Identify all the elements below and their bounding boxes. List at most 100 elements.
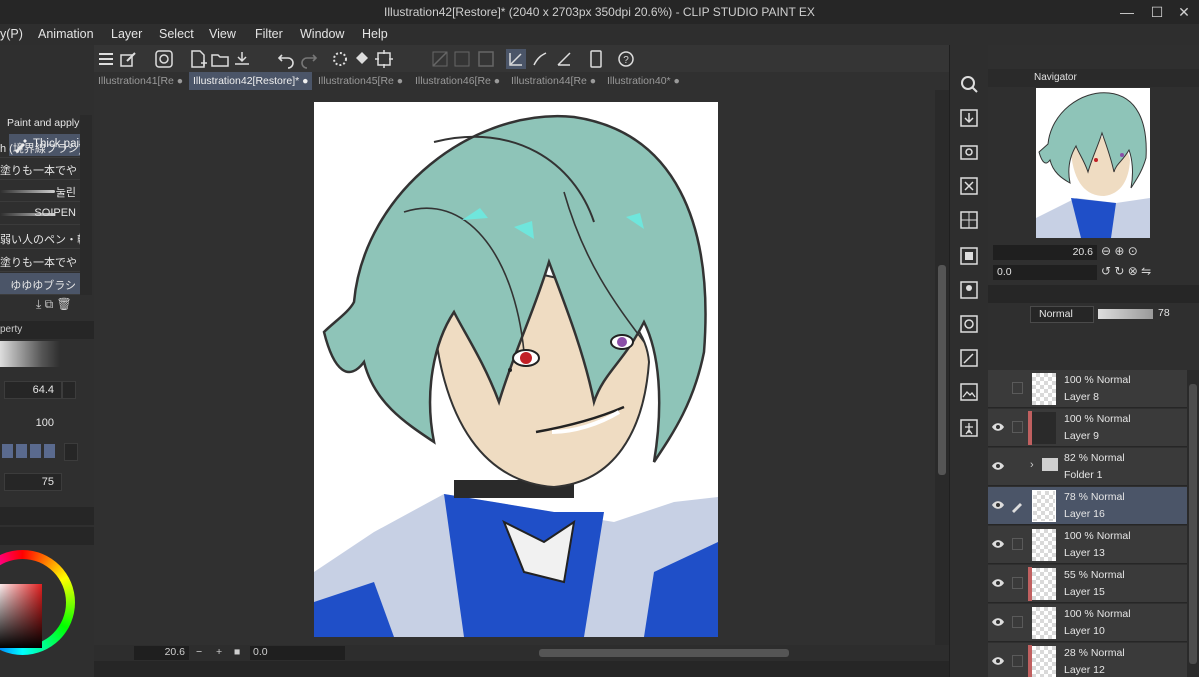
layer-row[interactable]: 100 % Normal Layer 9 bbox=[988, 409, 1187, 447]
brush-item[interactable]: h (境界線ブラシ) bbox=[0, 136, 80, 158]
eye-icon[interactable] bbox=[991, 498, 1005, 512]
lock-toggle[interactable] bbox=[1012, 616, 1023, 628]
capture-icon[interactable] bbox=[958, 313, 980, 335]
device-icon[interactable] bbox=[586, 49, 606, 69]
snap-grid-icon[interactable] bbox=[554, 49, 574, 69]
redo-icon[interactable] bbox=[299, 49, 319, 69]
save-icon[interactable] bbox=[232, 49, 252, 69]
navigator-zoom-buttons[interactable]: ⊖ ⊕ ⊙ bbox=[1101, 244, 1138, 258]
navigator-tab[interactable]: Navigator bbox=[1034, 72, 1077, 83]
scroll-thumb[interactable] bbox=[938, 265, 946, 475]
lock-toggle[interactable] bbox=[1012, 421, 1023, 433]
rotation-field[interactable]: 0.0 bbox=[250, 646, 345, 660]
menu-animation[interactable]: Animation bbox=[38, 27, 94, 41]
clip-studio-icon[interactable] bbox=[154, 49, 174, 69]
brush-item[interactable]: 눌린 bbox=[0, 180, 80, 202]
folder-row[interactable]: › 82 % Normal Folder 1 bbox=[988, 448, 1187, 486]
material-icon[interactable] bbox=[958, 245, 980, 267]
person-icon[interactable] bbox=[958, 417, 980, 439]
lock-toggle[interactable] bbox=[1012, 577, 1023, 589]
menu-select[interactable]: Select bbox=[159, 27, 194, 41]
navigator-rotate-buttons[interactable]: ↺ ↻ ⊗ ⇋ bbox=[1101, 264, 1151, 278]
canvas-artwork[interactable] bbox=[314, 102, 718, 637]
lock-toggle[interactable] bbox=[1012, 382, 1023, 394]
brush-list-scrollbar[interactable] bbox=[80, 115, 92, 295]
tool-property-tab[interactable]: perty bbox=[0, 324, 22, 335]
menu-icon[interactable] bbox=[96, 49, 116, 69]
zoom-field[interactable]: 20.6 bbox=[134, 646, 189, 660]
layer-list-scrollbar[interactable] bbox=[1187, 370, 1199, 677]
opacity-field[interactable]: 78 bbox=[1158, 307, 1170, 319]
layer-row[interactable]: 100 % Normal Layer 8 bbox=[988, 370, 1187, 408]
snap-special-icon[interactable] bbox=[530, 49, 550, 69]
tab-illustration42[interactable]: Illustration42[Restore]* ● bbox=[189, 72, 312, 90]
stabilization-swatches[interactable] bbox=[2, 444, 62, 460]
layer-row[interactable]: 100 % Normal Layer 10 bbox=[988, 604, 1187, 642]
tab-illustration46[interactable]: Illustration46[Rе ● bbox=[411, 72, 507, 90]
new-file-icon[interactable] bbox=[188, 49, 208, 69]
expand-icon[interactable]: › bbox=[1030, 459, 1034, 471]
navigator-preview[interactable] bbox=[1036, 88, 1150, 238]
selection-area-icon[interactable] bbox=[476, 49, 496, 69]
zoom-out-button[interactable]: − bbox=[196, 646, 202, 658]
ruler-hide-icon[interactable] bbox=[452, 49, 472, 69]
layer-row[interactable]: 28 % Normal Layer 12 bbox=[988, 643, 1187, 677]
photo-icon[interactable] bbox=[958, 381, 980, 403]
close-button[interactable]: ✕ bbox=[1172, 3, 1196, 21]
tab-illustration41[interactable]: Illustration41[Rе ● bbox=[94, 72, 189, 90]
ruler-icon[interactable] bbox=[430, 49, 450, 69]
color-wheel[interactable] bbox=[0, 550, 75, 655]
scroll-thumb[interactable] bbox=[1189, 384, 1197, 664]
figure-icon[interactable] bbox=[958, 279, 980, 301]
edit-panel-icon[interactable] bbox=[958, 347, 980, 369]
layer-row[interactable]: 55 % Normal Layer 15 bbox=[988, 565, 1187, 603]
layer-row-selected[interactable]: 78 % Normal Layer 16 bbox=[988, 487, 1187, 525]
menu-window[interactable]: Window bbox=[300, 27, 344, 41]
help-icon[interactable]: ? bbox=[616, 49, 636, 69]
eye-icon[interactable] bbox=[991, 537, 1005, 551]
horizontal-scroll-thumb[interactable] bbox=[539, 649, 789, 657]
tab-illustration45[interactable]: Illustration45[Rе ● bbox=[314, 72, 410, 90]
import-icon[interactable] bbox=[958, 107, 980, 129]
loading-icon[interactable] bbox=[330, 49, 350, 69]
lock-toggle[interactable] bbox=[1012, 538, 1023, 550]
brush-size-down-button[interactable] bbox=[62, 381, 76, 399]
open-folder-icon[interactable] bbox=[210, 49, 230, 69]
menu-view[interactable]: View bbox=[209, 27, 236, 41]
menu-layer[interactable]: Layer bbox=[111, 27, 142, 41]
edit-icon[interactable] bbox=[118, 49, 138, 69]
eye-icon[interactable] bbox=[991, 615, 1005, 629]
brush-item[interactable]: 弱い人のペン・軟 bbox=[0, 227, 80, 249]
eye-icon[interactable] bbox=[991, 420, 1005, 434]
zoom-in-button[interactable]: + bbox=[216, 646, 222, 658]
layer-row[interactable]: 100 % Normal Layer 13 bbox=[988, 526, 1187, 564]
tab-illustration44[interactable]: Illustration44[Rе ● bbox=[507, 72, 603, 90]
eye-icon[interactable] bbox=[991, 654, 1005, 668]
menu-partial[interactable]: y(P) bbox=[0, 27, 23, 41]
menu-help[interactable]: Help bbox=[362, 27, 388, 41]
search-icon[interactable] bbox=[958, 73, 980, 95]
snap-ruler-icon[interactable] bbox=[506, 49, 526, 69]
lock-toggle[interactable] bbox=[1012, 655, 1023, 667]
canvas-area[interactable] bbox=[94, 90, 935, 645]
brush-item[interactable]: SOIPEN bbox=[0, 203, 80, 225]
navigator-zoom-field[interactable]: 20.6 bbox=[993, 245, 1097, 260]
undo-icon[interactable] bbox=[276, 49, 296, 69]
tab-illustration40[interactable]: Illustration40* ● bbox=[603, 72, 699, 90]
eye-icon[interactable] bbox=[991, 459, 1005, 473]
minimize-button[interactable]: — bbox=[1115, 3, 1139, 21]
saturation-value-square[interactable] bbox=[0, 584, 42, 648]
navigator-rotation-field[interactable]: 0.0 bbox=[993, 265, 1097, 280]
delete-icon[interactable] bbox=[958, 175, 980, 197]
brush-item[interactable]: 塗りも一本でや bbox=[0, 250, 80, 272]
fit-button[interactable]: ■ bbox=[234, 646, 240, 658]
maximize-button[interactable]: ☐ bbox=[1145, 3, 1169, 21]
menu-filter[interactable]: Filter bbox=[255, 27, 283, 41]
brush-item[interactable]: 塗りも一本でや bbox=[0, 158, 80, 180]
canvas-vertical-scrollbar[interactable] bbox=[935, 90, 949, 645]
pattern-icon[interactable] bbox=[958, 209, 980, 231]
opacity-slider[interactable] bbox=[1098, 309, 1153, 319]
brush-item-selected[interactable]: ゆゆゆブラシ bbox=[0, 273, 80, 295]
blend-mode-select[interactable]: Normal bbox=[1030, 306, 1094, 323]
expand-button[interactable] bbox=[64, 443, 78, 461]
